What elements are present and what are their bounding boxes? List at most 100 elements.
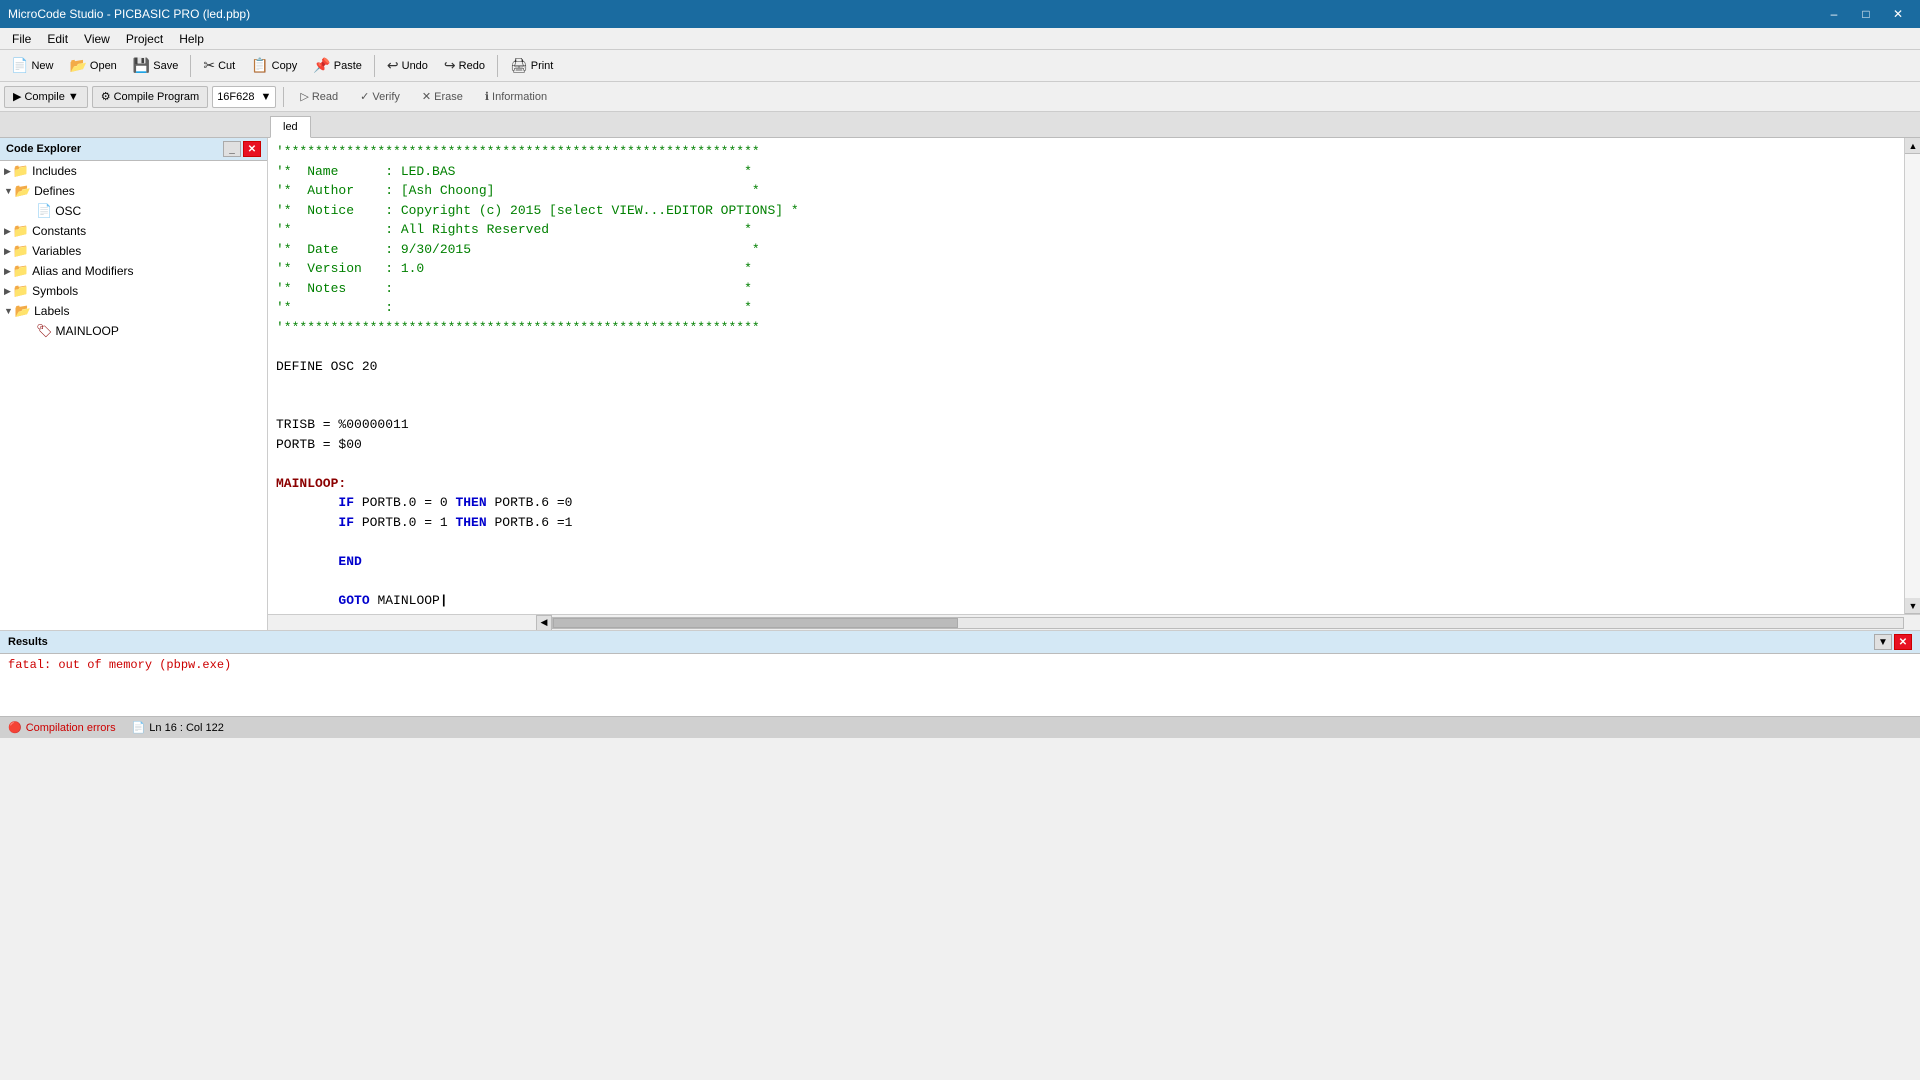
vscroll-up-button[interactable]: ▲ xyxy=(1905,138,1920,154)
menu-project[interactable]: Project xyxy=(118,30,171,48)
code-line: IF PORTB.0 = 0 THEN PORTB.6 =0 xyxy=(276,493,1896,513)
cut-button[interactable]: ✂ Cut xyxy=(196,53,242,79)
redo-icon: ↪ xyxy=(444,57,456,74)
compile-icon: ▶ xyxy=(13,90,21,103)
erase-button[interactable]: ✕ Erase xyxy=(413,86,472,108)
label-icon: 🏷 xyxy=(36,323,53,339)
results-header: Results ▼ ✕ xyxy=(0,631,1920,654)
code-line: END xyxy=(276,552,1896,572)
folder-icon: 📁 xyxy=(13,283,29,299)
vscroll-down-button[interactable]: ▼ xyxy=(1905,598,1920,614)
hscroll-main[interactable]: ◀ ▶ xyxy=(536,615,1920,631)
undo-button[interactable]: ↩ Undo xyxy=(380,53,435,79)
print-icon: 🖨 xyxy=(510,57,528,74)
sidebar-item-variables[interactable]: ▶ 📁 Variables xyxy=(0,241,267,261)
window-title: MicroCode Studio - PICBASIC PRO (led.pbp… xyxy=(8,7,250,21)
title-bar: MicroCode Studio - PICBASIC PRO (led.pbp… xyxy=(0,0,1920,28)
code-line: '***************************************… xyxy=(276,318,1896,338)
compilation-status: 🔴 Compilation errors xyxy=(8,721,116,734)
item-icon: 📄 xyxy=(36,203,52,219)
hscroll-thumb[interactable] xyxy=(553,618,958,628)
undo-icon: ↩ xyxy=(387,57,399,74)
vertical-scrollbar[interactable]: ▲ ▼ xyxy=(1904,138,1920,614)
sidebar-item-osc[interactable]: 📄 OSC xyxy=(0,201,267,221)
editor-row: '***************************************… xyxy=(268,138,1920,614)
compile-button[interactable]: ▶ Compile ▼ xyxy=(4,86,88,108)
save-icon: 💾 xyxy=(133,57,150,74)
code-line: '* Notes : * xyxy=(276,279,1896,299)
expand-icon: ▼ xyxy=(4,306,13,316)
sidebar-item-constants[interactable]: ▶ 📁 Constants xyxy=(0,221,267,241)
led-tab[interactable]: led xyxy=(270,116,311,138)
folder-open-icon: 📂 xyxy=(15,183,31,199)
menu-file[interactable]: File xyxy=(4,30,39,48)
hscroll-track[interactable] xyxy=(552,617,1904,629)
code-line: '* : * xyxy=(276,298,1896,318)
sidebar-item-alias[interactable]: ▶ 📁 Alias and Modifiers xyxy=(0,261,267,281)
code-line xyxy=(276,532,1896,552)
editor-wrapper: '***************************************… xyxy=(268,138,1920,630)
toolbar2-separator xyxy=(283,87,284,107)
code-line: IF PORTB.0 = 1 THEN PORTB.6 =1 xyxy=(276,513,1896,533)
copy-button[interactable]: 📋 Copy xyxy=(244,53,304,79)
results-content: fatal: out of memory (pbpw.exe) xyxy=(0,654,1920,676)
expand-icon: ▶ xyxy=(4,226,11,237)
paste-button[interactable]: 📌 Paste xyxy=(306,53,369,79)
sidebar-item-labels[interactable]: ▼ 📂 Labels xyxy=(0,301,267,321)
toolbar-separator-2 xyxy=(374,55,375,77)
status-bar: 🔴 Compilation errors 📄 Ln 16 : Col 122 xyxy=(0,716,1920,738)
compile-program-button[interactable]: ⚙ Compile Program xyxy=(92,86,208,108)
code-line: '***************************************… xyxy=(276,142,1896,162)
sidebar-item-mainloop[interactable]: 🏷 MAINLOOP xyxy=(0,321,267,341)
folder-icon: 📁 xyxy=(13,223,29,239)
close-button[interactable]: ✕ xyxy=(1884,3,1912,25)
toolbar-separator-1 xyxy=(190,55,191,77)
verify-button[interactable]: ✓ Verify xyxy=(351,86,409,108)
menu-view[interactable]: View xyxy=(76,30,118,48)
code-line: '* Notice : Copyright (c) 2015 [select V… xyxy=(276,201,1896,221)
code-line: TRISB = %00000011 xyxy=(276,415,1896,435)
sidebar-item-symbols[interactable]: ▶ 📁 Symbols xyxy=(0,281,267,301)
hscroll-left-arrow[interactable]: ◀ xyxy=(536,615,552,631)
copy-icon: 📋 xyxy=(251,57,268,74)
vscroll-track[interactable] xyxy=(1905,154,1920,598)
information-icon: ℹ xyxy=(485,90,489,103)
main-toolbar: 📄 New 📂 Open 💾 Save ✂ Cut 📋 Copy 📌 Paste… xyxy=(0,50,1920,82)
sidebar-item-defines[interactable]: ▼ 📂 Defines xyxy=(0,181,267,201)
content-area: Code Explorer _ ✕ ▶ 📁 Includes ▼ 📂 Defin… xyxy=(0,138,1920,630)
save-button[interactable]: 💾 Save xyxy=(126,53,186,79)
code-line: PORTB = $00 xyxy=(276,435,1896,455)
redo-button[interactable]: ↪ Redo xyxy=(437,53,492,79)
expand-icon: ▼ xyxy=(4,186,13,196)
code-line: '* Date : 9/30/2015 * xyxy=(276,240,1896,260)
information-button[interactable]: ℹ Information xyxy=(476,86,556,108)
code-editor[interactable]: '***************************************… xyxy=(268,138,1904,614)
code-line: '* Author : [Ash Choong] * xyxy=(276,181,1896,201)
read-button[interactable]: ▷ Read xyxy=(291,86,347,108)
code-line: DEFINE OSC 20 xyxy=(276,357,1896,377)
results-dropdown-button[interactable]: ▼ xyxy=(1874,634,1892,650)
code-line: MAINLOOP: xyxy=(276,474,1896,494)
menu-help[interactable]: Help xyxy=(171,30,212,48)
print-button[interactable]: 🖨 Print xyxy=(503,53,560,79)
sidebar-item-includes[interactable]: ▶ 📁 Includes xyxy=(0,161,267,181)
expand-icon: ▶ xyxy=(4,266,11,277)
chip-selector[interactable]: 16F628 ▼ xyxy=(212,86,276,108)
code-line xyxy=(276,571,1896,591)
open-button[interactable]: 📂 Open xyxy=(62,53,123,79)
position-icon: 📄 xyxy=(132,721,146,734)
new-button[interactable]: 📄 New xyxy=(4,53,60,79)
window-controls: – □ ✕ xyxy=(1820,3,1912,25)
expand-icon: ▶ xyxy=(4,166,11,177)
results-controls: ▼ ✕ xyxy=(1874,634,1912,650)
sidebar-minimize-button[interactable]: _ xyxy=(223,141,241,157)
maximize-button[interactable]: □ xyxy=(1852,3,1880,25)
chip-dropdown-icon: ▼ xyxy=(261,91,272,103)
results-close-button[interactable]: ✕ xyxy=(1894,634,1912,650)
sidebar-close-button[interactable]: ✕ xyxy=(243,141,261,157)
minimize-button[interactable]: – xyxy=(1820,3,1848,25)
menu-edit[interactable]: Edit xyxy=(39,30,76,48)
new-icon: 📄 xyxy=(11,57,28,74)
toolbar-separator-3 xyxy=(497,55,498,77)
code-line: GOTO MAINLOOP xyxy=(276,591,1896,611)
